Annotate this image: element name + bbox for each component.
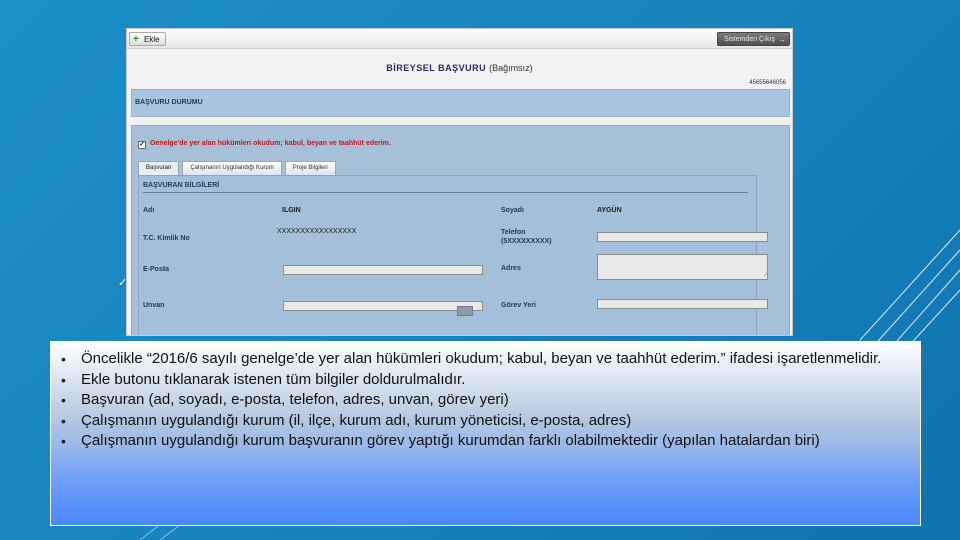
declaration-checkbox[interactable]: ✓ Genelge'de yer alan hükümleri okudum; … (138, 140, 391, 149)
add-button[interactable]: + Ekle (129, 32, 166, 46)
applicant-info-panel: BAŞVURAN BİLGİLERİ Adı ILGIN Soyadı AYGÜ… (138, 175, 768, 335)
instruction-item: Öncelikle “2016/6 sayılı genelge’de yer … (57, 349, 910, 370)
instruction-item: Ekle butonu tıklanarak istenen tüm bilgi… (57, 370, 910, 391)
application-number: 45655646056 (749, 80, 786, 86)
address-textarea[interactable]: ∕ (597, 254, 768, 280)
phone-input[interactable] (597, 232, 768, 242)
lookup-button[interactable] (457, 306, 473, 316)
tab-applicant[interactable]: Başvuran (138, 161, 180, 175)
logout-button[interactable]: Sistemden Çıkış → (717, 32, 790, 46)
exit-arrow-icon: → (778, 35, 786, 44)
application-form: ✓ Genelge'de yer alan hükümleri okudum; … (131, 125, 790, 335)
instruction-item: Çalışmanın uygulandığı kurum (il, ilçe, … (57, 411, 910, 432)
duty-place-label: Görev Yeri (501, 302, 536, 309)
duty-place-input[interactable] (597, 299, 768, 309)
plus-icon: + (133, 34, 139, 45)
email-input[interactable] (283, 265, 483, 275)
address-label: Adres (501, 265, 521, 272)
instructions-list: Öncelikle “2016/6 sayılı genelge’de yer … (51, 342, 920, 452)
surname-label: Soyadı (501, 207, 524, 214)
title-input[interactable] (283, 301, 483, 311)
check-mark-icon: ✓ (118, 277, 128, 289)
page-title: BİREYSEL BAŞVURU (Bağımsız) (127, 63, 792, 73)
section-title: BAŞVURAN BİLGİLERİ (143, 182, 750, 193)
checkbox-checked-icon[interactable]: ✓ (138, 141, 146, 149)
tc-id-label: T.C. Kimlik No (143, 235, 190, 242)
phone-label: Telefon (501, 229, 526, 236)
logout-button-label: Sistemden Çıkış (724, 36, 775, 43)
app-toolbar: + Ekle Sistemden Çıkış → (127, 29, 792, 49)
tc-id-value: XXXXXXXXXXXXXXXXX (277, 228, 357, 235)
status-bar-label: BAŞVURU DURUMU (135, 99, 203, 106)
first-name-value: ILGIN (282, 207, 301, 214)
resize-grip-icon[interactable]: ∕ (765, 273, 766, 279)
application-screenshot: + Ekle Sistemden Çıkış → BİREYSEL BAŞVUR… (126, 28, 793, 336)
tab-project[interactable]: Proje Bilgileri (284, 161, 336, 175)
add-button-label: Ekle (144, 35, 160, 44)
title-label: Unvan (143, 302, 165, 309)
instruction-item: Başvuran (ad, soyadı, e-posta, telefon, … (57, 390, 910, 411)
phone-format-hint: (5XXXXXXXXX) (501, 238, 552, 245)
surname-value: AYGÜN (597, 207, 622, 214)
declaration-label: Genelge'de yer alan hükümleri okudum; ka… (149, 140, 391, 147)
tab-institution[interactable]: Çalışmanın Uygulandığı Kurum (182, 161, 282, 175)
page-title-main: BİREYSEL BAŞVURU (386, 63, 487, 73)
instructions-box: Öncelikle “2016/6 sayılı genelge’de yer … (50, 341, 921, 526)
page-title-sub: (Bağımsız) (489, 63, 533, 73)
application-status-bar: BAŞVURU DURUMU (131, 89, 790, 117)
email-label: E-Posta (143, 266, 170, 273)
first-name-label: Adı (143, 207, 155, 214)
instruction-item: Çalışmanın uygulandığı kurum başvuranın … (57, 431, 910, 452)
form-tabs: Başvuran Çalışmanın Uygulandığı Kurum Pr… (138, 161, 339, 175)
